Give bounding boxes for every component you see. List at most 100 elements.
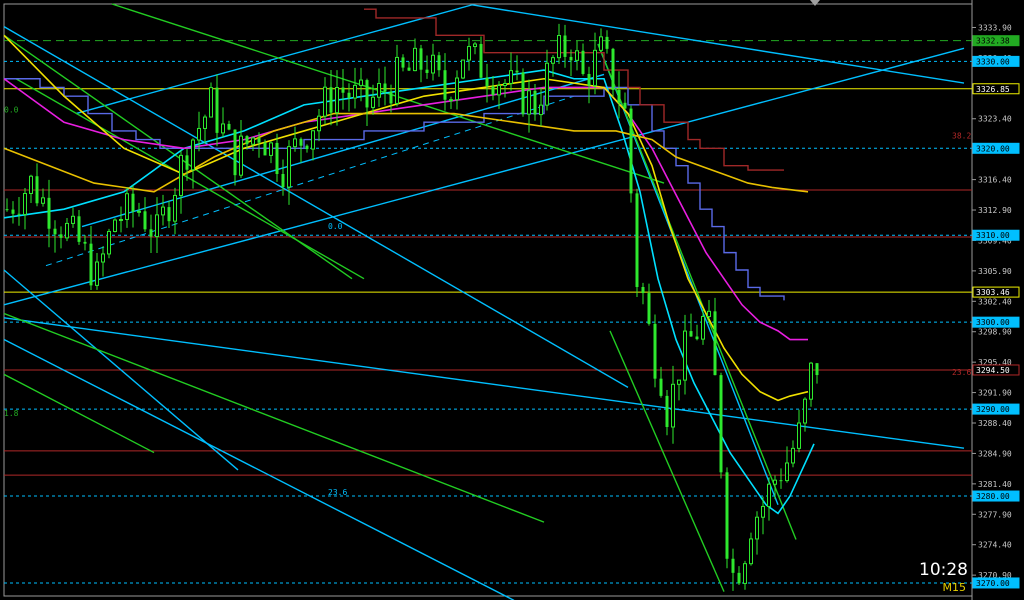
candle-body bbox=[233, 129, 237, 176]
candle-body bbox=[53, 228, 57, 235]
price-level-label: 3270.00 bbox=[976, 579, 1010, 588]
candle-body bbox=[323, 86, 327, 117]
candle-body bbox=[299, 138, 303, 146]
candle-body bbox=[251, 137, 255, 145]
candle-body bbox=[131, 193, 135, 212]
candle bbox=[239, 119, 243, 178]
candle bbox=[101, 246, 105, 277]
candle bbox=[341, 69, 345, 110]
candle-body bbox=[557, 35, 561, 59]
candle-body bbox=[509, 70, 513, 84]
candle-body bbox=[515, 70, 519, 73]
price-tick-label: 3298.90 bbox=[978, 328, 1012, 337]
candle bbox=[491, 76, 495, 101]
candle-body bbox=[653, 323, 657, 379]
candle bbox=[353, 67, 357, 109]
candle-body bbox=[335, 87, 339, 114]
candle-timer: 10:28 bbox=[919, 560, 968, 580]
candle-body bbox=[815, 363, 819, 376]
candle bbox=[95, 253, 99, 290]
candle-body bbox=[419, 48, 423, 70]
price-tick-label: 3291.90 bbox=[978, 389, 1012, 398]
candle bbox=[719, 372, 723, 479]
candle bbox=[179, 150, 183, 214]
candle bbox=[653, 314, 657, 388]
candle bbox=[725, 467, 729, 569]
candle-body bbox=[5, 209, 9, 211]
candles bbox=[5, 23, 819, 591]
candle bbox=[731, 548, 735, 591]
candle bbox=[575, 40, 579, 71]
candle-body bbox=[161, 206, 165, 216]
candle-body bbox=[767, 483, 771, 507]
candle-body bbox=[35, 176, 39, 204]
candle bbox=[203, 114, 207, 144]
candle-body bbox=[389, 91, 393, 104]
candle bbox=[695, 324, 699, 341]
candle-body bbox=[209, 87, 213, 118]
candle bbox=[299, 137, 303, 163]
candle-body bbox=[599, 36, 603, 51]
candle bbox=[647, 283, 651, 326]
candle-body bbox=[59, 234, 63, 238]
candle bbox=[677, 379, 681, 401]
candle bbox=[233, 129, 237, 186]
candle bbox=[11, 201, 15, 224]
candle-body bbox=[431, 54, 435, 74]
candle-body bbox=[785, 462, 789, 482]
moving-average-line bbox=[3, 78, 808, 341]
shift-marker-icon[interactable] bbox=[810, 0, 820, 6]
candle bbox=[317, 108, 321, 142]
candle bbox=[515, 55, 519, 81]
candle bbox=[53, 220, 57, 253]
candle bbox=[623, 92, 627, 110]
candle-body bbox=[563, 35, 567, 57]
candle-body bbox=[17, 213, 21, 215]
candle-body bbox=[761, 505, 765, 518]
candle-body bbox=[365, 80, 369, 108]
fib-label: 0.0 bbox=[4, 105, 19, 114]
candle-body bbox=[743, 563, 747, 584]
candle bbox=[635, 188, 639, 297]
candle-body bbox=[779, 480, 783, 482]
candle-body bbox=[23, 192, 27, 215]
chart-svg[interactable]: 0.038.20.023.61.823.63333.903330.403326.… bbox=[0, 0, 1024, 600]
candle bbox=[149, 214, 153, 253]
candle bbox=[557, 23, 561, 65]
price-chart[interactable]: 0.038.20.023.61.823.63333.903330.403326.… bbox=[0, 0, 1024, 600]
candle-body bbox=[89, 243, 93, 286]
candle-body bbox=[77, 216, 81, 242]
candle-body bbox=[611, 48, 615, 90]
candle-body bbox=[71, 215, 75, 224]
candle bbox=[41, 188, 45, 207]
candle-body bbox=[539, 104, 543, 116]
candle bbox=[59, 226, 63, 249]
candle bbox=[209, 82, 213, 118]
price-tick-label: 3305.90 bbox=[978, 267, 1012, 276]
candle-body bbox=[257, 137, 261, 143]
candle-body bbox=[701, 315, 705, 340]
candle-body bbox=[377, 83, 381, 98]
candle bbox=[119, 206, 123, 233]
candle-body bbox=[107, 230, 111, 255]
candle-body bbox=[143, 211, 147, 230]
price-tick-label: 3316.40 bbox=[978, 176, 1012, 185]
candle-body bbox=[641, 287, 645, 294]
candle bbox=[227, 120, 231, 131]
candle bbox=[377, 68, 381, 107]
candle bbox=[413, 38, 417, 72]
candle bbox=[449, 96, 453, 110]
candle-body bbox=[473, 43, 477, 48]
candle bbox=[65, 218, 69, 242]
candle bbox=[425, 55, 429, 79]
price-level-label: 3326.85 bbox=[976, 85, 1010, 94]
candle-body bbox=[575, 50, 579, 61]
candle bbox=[365, 78, 369, 127]
candle bbox=[461, 59, 465, 80]
candle bbox=[311, 130, 315, 161]
candle-body bbox=[191, 139, 195, 171]
candle-body bbox=[11, 209, 15, 214]
candle-body bbox=[329, 87, 333, 113]
candle-body bbox=[671, 383, 675, 428]
candle-body bbox=[41, 197, 45, 204]
